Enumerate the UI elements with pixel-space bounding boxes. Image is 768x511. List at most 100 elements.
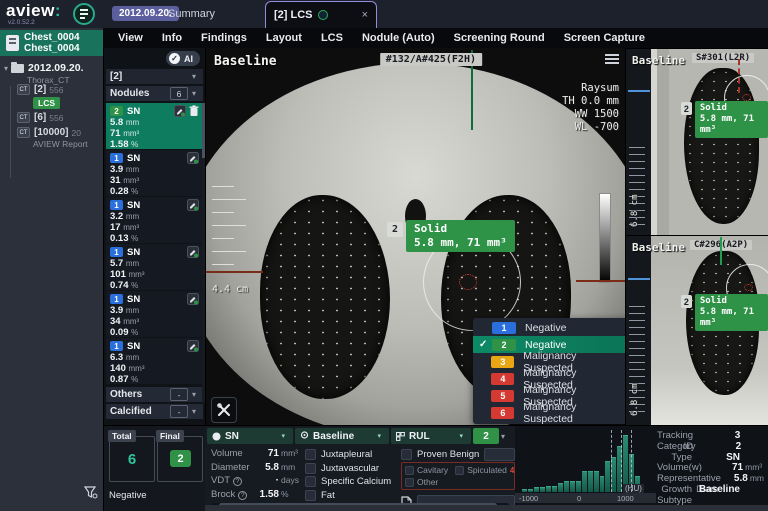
scale-label: 6.8 cm	[630, 194, 640, 227]
nodule-card-2[interactable]: 1 SN 3.9 mm 31 mm³ 0.28 %	[106, 150, 203, 196]
menu-item-view[interactable]: View	[118, 32, 143, 44]
screening-result-label: Negative	[109, 490, 147, 501]
category-option-6[interactable]: 6Malignancy Suspected	[473, 404, 625, 421]
series-item-2[interactable]: CT [2] 556	[17, 84, 63, 95]
menu-item-screening-round[interactable]: Screening Round	[454, 32, 545, 44]
checkbox-fat[interactable]: Fat	[305, 489, 397, 503]
category-option-1[interactable]: 1Negative	[473, 319, 625, 336]
location-pin-icon	[300, 431, 309, 441]
chevron-down-icon: ▾	[192, 390, 196, 399]
ct-modality-icon: CT	[17, 84, 30, 95]
tab-lcs[interactable]: [2] LCS ×	[265, 1, 377, 28]
edit-probe-icon[interactable]	[187, 293, 199, 305]
bottom-scroll-strip[interactable]	[205, 505, 768, 511]
scale-label: 6.8 cm	[630, 383, 640, 416]
menu-item-findings[interactable]: Findings	[201, 32, 247, 44]
chevron-down-icon: ▾	[377, 432, 381, 440]
checkbox-juxtavascular[interactable]: Juxtavascular	[305, 462, 397, 476]
slice-indicator: #132/A#425(F2H)	[380, 53, 482, 66]
crosshair-horizontal-right	[576, 280, 625, 282]
coronal-viewport[interactable]: Baseline C#296(A2P) 2 Solid5.8 mm, 71 mm…	[625, 235, 768, 425]
edit-probe-icon[interactable]	[187, 340, 199, 352]
checkbox-specific-calcium[interactable]: Specific Calcium	[305, 475, 397, 489]
nodule-card-5[interactable]: 1 SN 3.9 mm 34 mm³ 0.09 %	[106, 291, 203, 337]
nodule-card-1[interactable]: 2 SN 5.8 mm 71 mm³ 1.58 %	[106, 103, 203, 149]
solid-nodule-icon	[212, 432, 221, 441]
menu-item-nodule-auto[interactable]: Nodule (Auto)	[362, 32, 435, 44]
edit-probe-icon[interactable]	[187, 152, 199, 164]
nodule-type-dropdown[interactable]: SN ▾	[207, 428, 293, 444]
check-icon: ✓	[479, 339, 492, 350]
slice-position-marker[interactable]	[628, 278, 650, 280]
filter-icon[interactable]	[84, 486, 98, 504]
report-circle-icon[interactable]	[72, 2, 96, 26]
ct-modality-icon: CT	[17, 112, 30, 123]
summary-totals: Total 6 Final 2 Negative	[103, 425, 205, 511]
hamburger-menu-icon[interactable]	[605, 54, 619, 66]
benign-options-block: Proven Benign Cavitary Spiculated 4X Oth…	[401, 448, 515, 462]
series-report-label: AVIEW Report	[33, 139, 88, 149]
nodule-card-6[interactable]: 1 SN 6.3 mm 140 mm³ 0.87 %	[106, 338, 203, 384]
study-item[interactable]: ▾ 2012.09.20.	[4, 62, 83, 74]
slice-position-marker[interactable]	[628, 90, 650, 92]
nodule-segmentation-outline	[744, 284, 753, 291]
axial-viewport[interactable]: Baseline #132/A#425(F2H) Raysum TH 0.0 m…	[205, 48, 625, 425]
sagittal-viewport[interactable]: Baseline S#301(L2R) 2 Solid5.8 mm, 71 mm…	[625, 48, 768, 235]
edit-probe-icon[interactable]	[187, 246, 199, 258]
category-dropdown-button[interactable]: 2	[473, 428, 499, 444]
nodule-card-3[interactable]: 1 SN 3.2 mm 17 mm³ 0.13 %	[106, 197, 203, 243]
others-section-header[interactable]: Others - ▾	[106, 387, 203, 402]
grayscale-bar[interactable]	[599, 193, 611, 283]
menu-item-layout[interactable]: Layout	[266, 32, 302, 44]
final-box: Final 2	[157, 436, 203, 482]
help-icon[interactable]: ?	[238, 491, 247, 500]
series-group-header[interactable]: [2] ▾	[106, 69, 203, 84]
aview-app: aview: v2.0.52.2 2012.09.20. Summary [2]…	[0, 0, 768, 511]
tab-summary[interactable]: Summary	[168, 8, 215, 20]
top-bar: aview: v2.0.52.2 2012.09.20. Summary [2]…	[0, 0, 768, 28]
calcified-section-header[interactable]: Calcified - ▾	[106, 404, 203, 419]
edit-probe-icon[interactable]	[174, 105, 186, 117]
nodules-section-header[interactable]: Nodules 6 ▾	[106, 86, 203, 101]
menu-item-screen-capture[interactable]: Screen Capture	[564, 32, 645, 44]
checkbox-juxtapleural[interactable]: Juxtapleural	[305, 448, 397, 462]
chevron-down-icon[interactable]: ▾	[501, 432, 505, 441]
patient-item[interactable]: Chest_0004Chest_0004	[0, 30, 103, 56]
proven-benign-input[interactable]	[484, 448, 515, 461]
tab-close-icon[interactable]: ×	[362, 9, 368, 21]
slice-indicator: S#301(L2R)	[692, 53, 754, 63]
tree-line	[10, 86, 11, 178]
series-item-10000[interactable]: CT [10000] 20	[17, 127, 81, 138]
lcs-status-icon	[318, 10, 328, 20]
checkbox-cavitary[interactable]	[405, 466, 414, 475]
nodule-count-badge: 6	[170, 87, 188, 100]
nodule-annotation[interactable]: 2 Solid5.8 mm, 71 mm³	[681, 101, 768, 138]
tools-button[interactable]	[211, 397, 237, 423]
malignancy-feature-group: Cavitary Spiculated 4X Other	[401, 462, 515, 490]
edit-probe-icon[interactable]	[187, 199, 199, 211]
series-item-6[interactable]: CT [6] 556	[17, 112, 63, 123]
chevron-down-icon: ▾	[459, 432, 463, 440]
nodule-detail-panel: SN ▾ Baseline ▾ RUL ▾ 2 ▾ Volume71mm³ Di…	[205, 425, 515, 511]
lobe-location-dropdown[interactable]: RUL ▾	[391, 428, 471, 444]
checkbox-other[interactable]	[405, 478, 414, 487]
menu-item-info[interactable]: Info	[162, 32, 182, 44]
lcs-series-badge: LCS	[33, 97, 60, 109]
ai-toggle-button[interactable]: ✓ AI	[166, 51, 200, 66]
trash-icon[interactable]	[189, 105, 199, 117]
category-badge: 1	[110, 153, 123, 163]
ruler-scale-label: 4.4 cm	[212, 284, 248, 295]
help-icon[interactable]: ?	[233, 477, 242, 486]
nodule-stats-panel: (HU) -1000 0 1000 Tracking ID3 Category2…	[515, 425, 768, 511]
nodule-annotation[interactable]: 2 Solid5.8 mm, 71 mm³	[681, 294, 768, 331]
folder-icon	[11, 64, 24, 73]
nodule-annotation[interactable]: 2 Solid5.8 mm, 71 mm³	[387, 220, 515, 252]
timepoint-dropdown[interactable]: Baseline ▾	[295, 428, 389, 444]
checkbox-spiculated[interactable]	[455, 466, 464, 475]
nodule-card-4[interactable]: 1 SN 5.7 mm 101 mm³ 0.74 %	[106, 244, 203, 290]
category-badge: 1	[110, 294, 123, 304]
checkbox-proven-benign[interactable]: Proven Benign	[401, 448, 515, 462]
crosshair-vertical-green	[720, 237, 722, 265]
menu-item-lcs[interactable]: LCS	[321, 32, 343, 44]
histogram-x-axis[interactable]: -1000 0 1000	[515, 493, 656, 503]
